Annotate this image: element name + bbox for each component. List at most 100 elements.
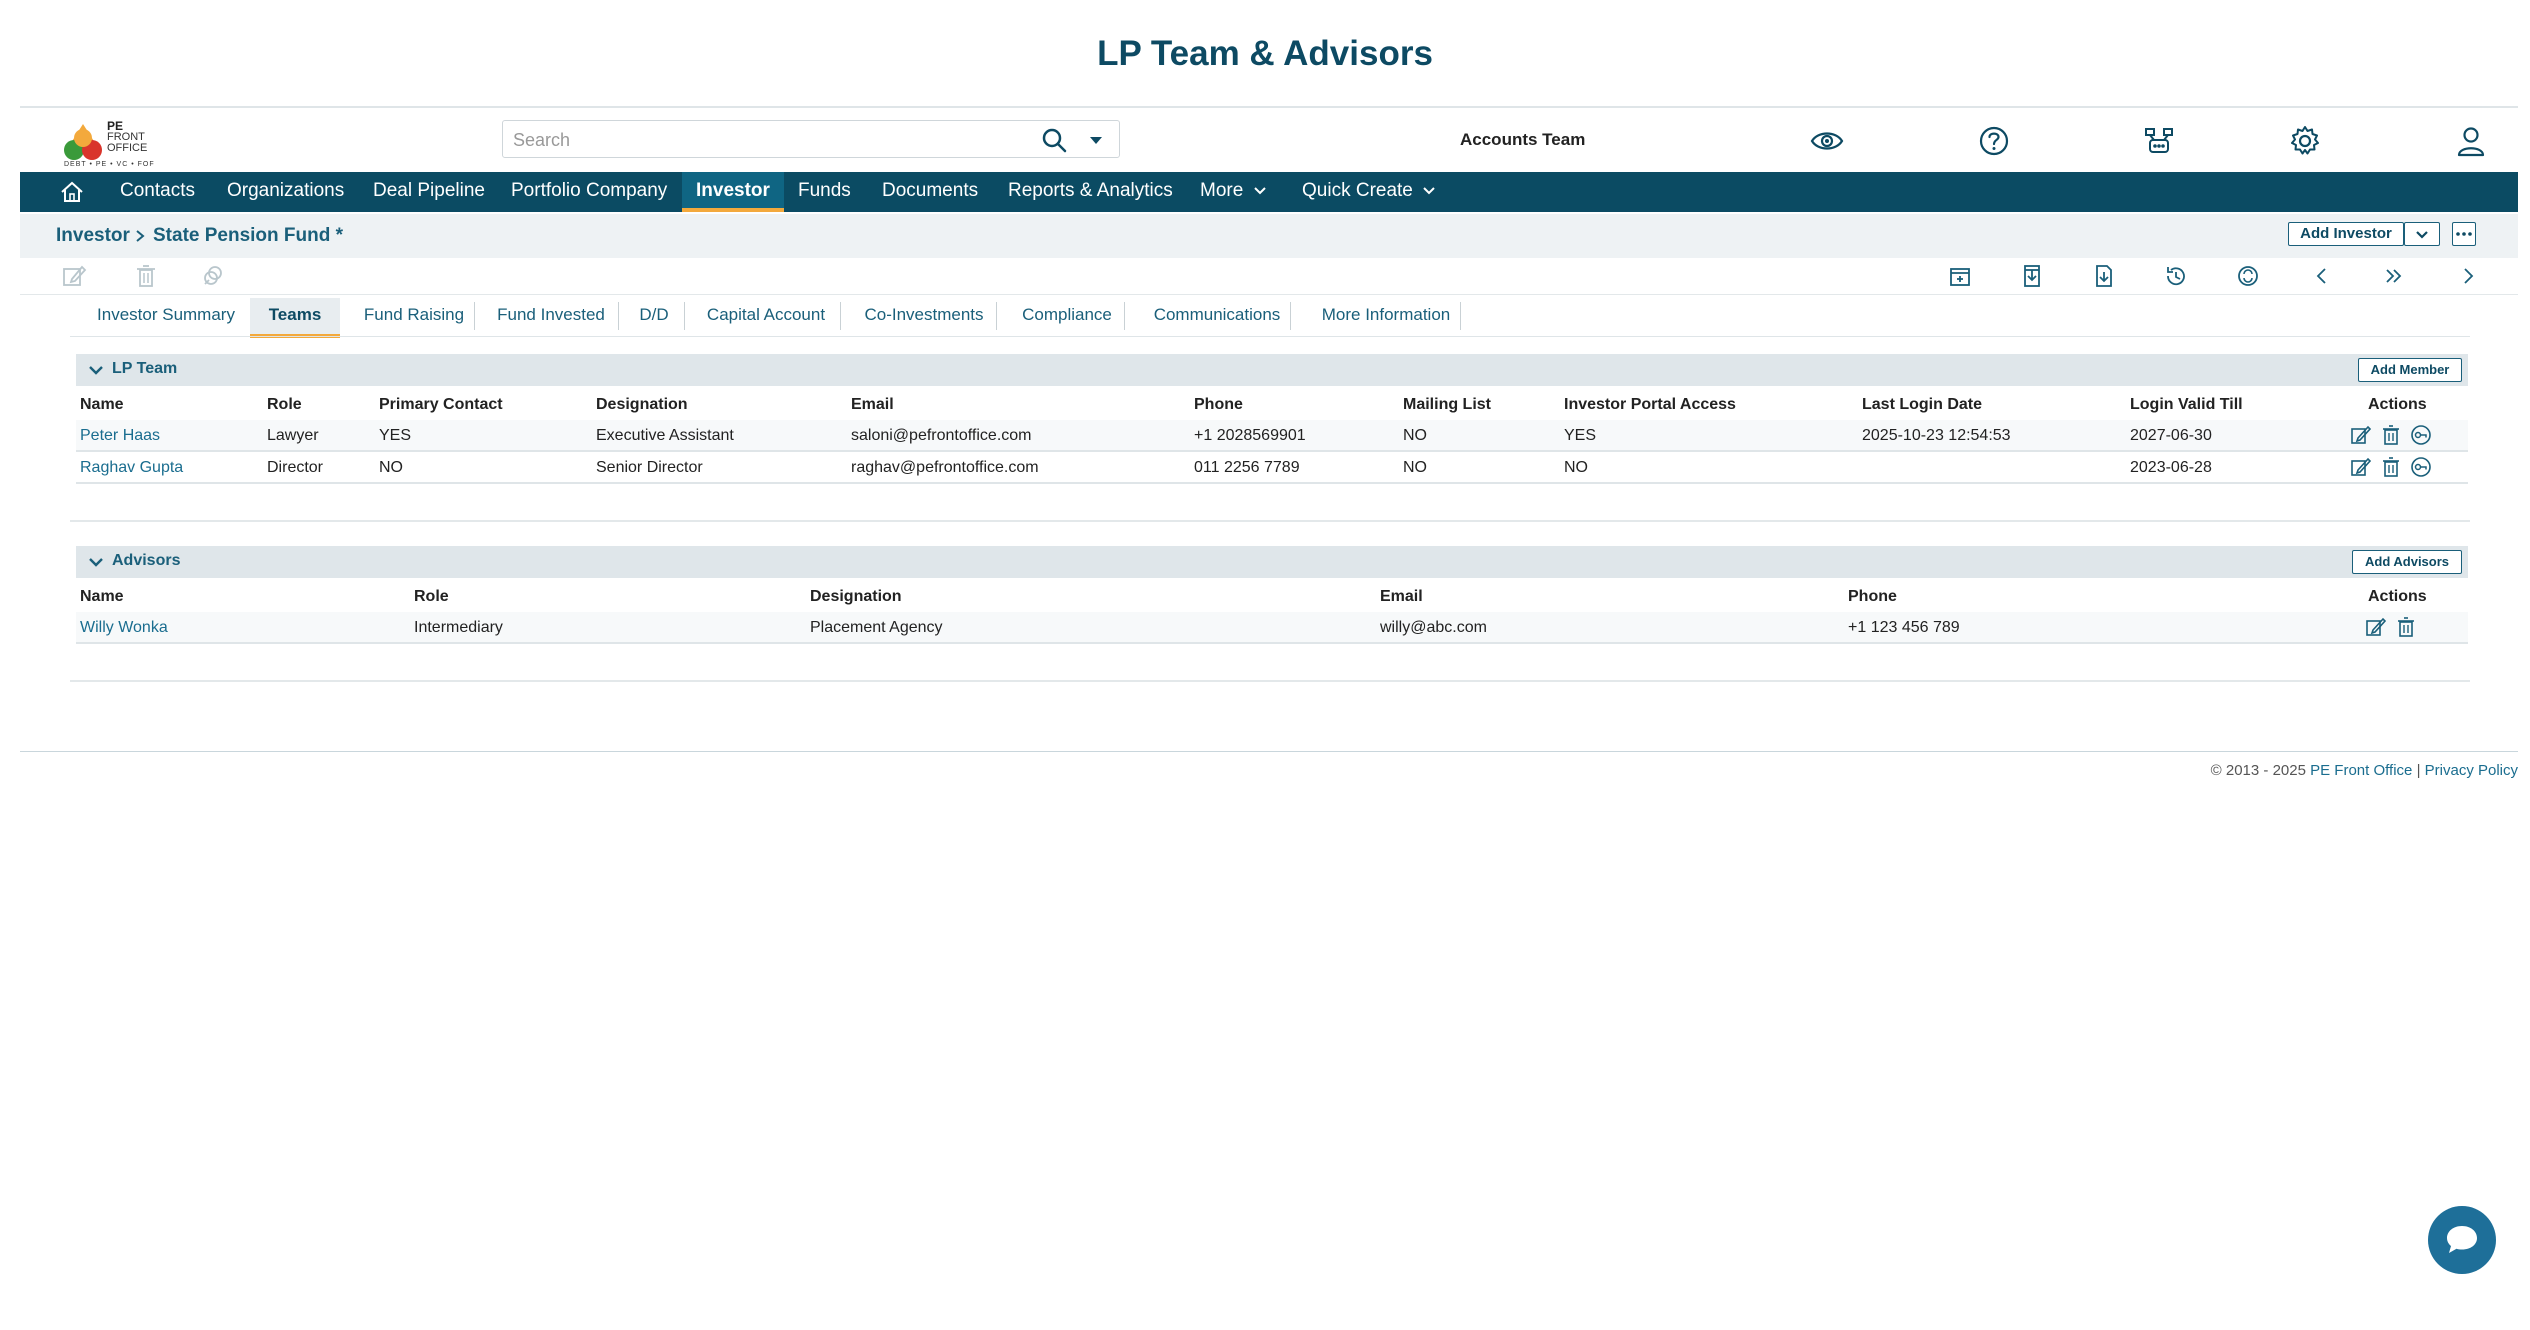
search-icon[interactable] xyxy=(1041,127,1067,153)
row-divider xyxy=(76,482,2468,484)
tab-fund-invested[interactable]: Fund Invested xyxy=(482,298,620,338)
member-name-link[interactable]: Peter Haas xyxy=(80,427,160,445)
tab-teams[interactable]: Teams xyxy=(250,298,340,338)
col-role: Role xyxy=(414,588,449,605)
nav-more[interactable]: More xyxy=(1200,172,1267,212)
tab-compliance[interactable]: Compliance xyxy=(1002,298,1132,338)
row-divider xyxy=(76,642,2468,644)
add-investor-dropdown[interactable] xyxy=(2404,222,2440,246)
member-name-link[interactable]: Raghav Gupta xyxy=(80,459,183,477)
chevron-down-icon[interactable] xyxy=(86,360,106,380)
col-actions: Actions xyxy=(2368,396,2427,413)
tab-communications[interactable]: Communications xyxy=(1132,298,1302,338)
delete-icon[interactable] xyxy=(2395,616,2417,638)
nav-organizations[interactable]: Organizations xyxy=(227,172,344,212)
eye-icon[interactable] xyxy=(1810,124,1844,158)
chevron-down-icon[interactable] xyxy=(86,552,106,572)
search-input[interactable] xyxy=(511,127,1015,153)
member-last-login: 2025-10-23 12:54:53 xyxy=(1862,427,2011,444)
nav-funds[interactable]: Funds xyxy=(798,172,851,212)
tab-divider xyxy=(1124,302,1125,330)
more-options-button[interactable] xyxy=(2452,222,2476,246)
double-chevron-right-icon[interactable] xyxy=(2380,262,2408,290)
delete-icon[interactable] xyxy=(2380,456,2402,478)
nav-reports-analytics[interactable]: Reports & Analytics xyxy=(1008,172,1173,212)
logo-subtext: FRONT OFFICE xyxy=(107,131,148,154)
user-icon[interactable] xyxy=(2454,124,2488,158)
footer-company-link[interactable]: PE Front Office xyxy=(2310,762,2412,779)
delete-icon[interactable] xyxy=(132,262,160,290)
chevron-left-icon[interactable] xyxy=(2308,262,2336,290)
help-icon[interactable] xyxy=(1977,124,2011,158)
tab-capital-account[interactable]: Capital Account xyxy=(690,298,842,338)
advisor-designation: Placement Agency xyxy=(810,619,943,636)
col-designation: Designation xyxy=(596,396,688,413)
add-investor-button[interactable]: Add Investor xyxy=(2288,222,2404,246)
member-designation: Senior Director xyxy=(596,459,703,476)
tab-co-investments[interactable]: Co-Investments xyxy=(846,298,1002,338)
document-download-icon[interactable] xyxy=(2090,262,2118,290)
nav-portfolio-company[interactable]: Portfolio Company xyxy=(511,172,667,212)
search-dropdown-icon[interactable] xyxy=(1083,127,1109,153)
record-tabs: Investor Summary Teams Fund Raising Fund… xyxy=(70,298,2470,338)
edit-icon[interactable] xyxy=(60,262,88,290)
tab-fund-raising[interactable]: Fund Raising xyxy=(348,298,480,338)
tab-divider xyxy=(474,302,475,330)
advisors-section: Advisors Add Advisors Name Role Designat… xyxy=(70,546,2470,682)
col-mailing-list: Mailing List xyxy=(1403,396,1491,413)
delete-icon[interactable] xyxy=(2380,424,2402,446)
nav-deal-pipeline[interactable]: Deal Pipeline xyxy=(373,172,485,212)
add-member-button[interactable]: Add Member xyxy=(2358,358,2462,382)
advisors-header[interactable]: Advisors Add Advisors xyxy=(76,546,2468,578)
calendar-add-icon[interactable] xyxy=(1946,262,1974,290)
edit-icon[interactable] xyxy=(2350,424,2372,446)
edit-icon[interactable] xyxy=(2365,616,2387,638)
member-mailing-list: NO xyxy=(1403,427,1427,444)
nav-documents[interactable]: Documents xyxy=(882,172,978,212)
key-access-icon[interactable] xyxy=(2410,456,2432,478)
tab-investor-summary[interactable]: Investor Summary xyxy=(78,298,254,338)
nav-contacts[interactable]: Contacts xyxy=(120,172,195,212)
lp-team-header[interactable]: LP Team Add Member xyxy=(76,354,2468,386)
col-last-login-date: Last Login Date xyxy=(1862,396,1983,413)
advisors-title: Advisors xyxy=(112,552,181,569)
breadcrumb-root[interactable]: Investor xyxy=(56,225,130,247)
member-login-valid-till: 2027-06-30 xyxy=(2130,427,2212,444)
tab-divider xyxy=(684,302,685,330)
home-icon[interactable] xyxy=(60,181,84,203)
ellipsis-icon xyxy=(2456,232,2472,236)
tab-more-information[interactable]: More Information xyxy=(1296,298,1476,338)
footer: © 2013 - 2025 PE Front Office | Privacy … xyxy=(2211,762,2518,779)
logo-mark-icon xyxy=(64,124,102,160)
merge-icon[interactable] xyxy=(200,262,228,290)
nav-quick-create-label: Quick Create xyxy=(1302,180,1413,201)
advisor-email: willy@abc.com xyxy=(1380,619,1487,636)
main-nav: Contacts Organizations Deal Pipeline Por… xyxy=(20,172,2518,212)
team-network-icon[interactable] xyxy=(2142,124,2176,158)
col-primary-contact: Primary Contact xyxy=(379,396,503,413)
advisor-name-link[interactable]: Willy Wonka xyxy=(80,619,168,637)
chevron-right-icon[interactable] xyxy=(2454,262,2482,290)
key-access-icon[interactable] xyxy=(2410,424,2432,446)
privacy-policy-link[interactable]: Privacy Policy xyxy=(2425,762,2518,779)
logo[interactable]: PE FRONT OFFICE DEBT • PE • VC • FOF xyxy=(62,116,162,172)
edit-icon[interactable] xyxy=(2350,456,2372,478)
record-toolbar xyxy=(20,258,2518,295)
sync-icon[interactable] xyxy=(2234,262,2262,290)
tab-divider xyxy=(1290,302,1291,330)
nav-quick-create[interactable]: Quick Create xyxy=(1302,172,1436,212)
add-advisors-button[interactable]: Add Advisors xyxy=(2352,550,2462,574)
history-icon[interactable] xyxy=(2162,262,2190,290)
team-name[interactable]: Accounts Team xyxy=(1460,130,1585,150)
tabs-underline xyxy=(70,336,2470,337)
tab-dd[interactable]: D/D xyxy=(624,298,684,338)
export-icon[interactable] xyxy=(2018,262,2046,290)
col-role: Role xyxy=(267,396,302,413)
chevron-down-icon xyxy=(2416,231,2428,239)
chat-button[interactable] xyxy=(2428,1206,2496,1274)
nav-investor[interactable]: Investor xyxy=(682,172,784,212)
footer-copyright: © 2013 - 2025 xyxy=(2210,762,2306,779)
col-actions: Actions xyxy=(2368,588,2427,605)
gear-icon[interactable] xyxy=(2288,124,2322,158)
member-phone: +1 2028569901 xyxy=(1194,427,1306,444)
